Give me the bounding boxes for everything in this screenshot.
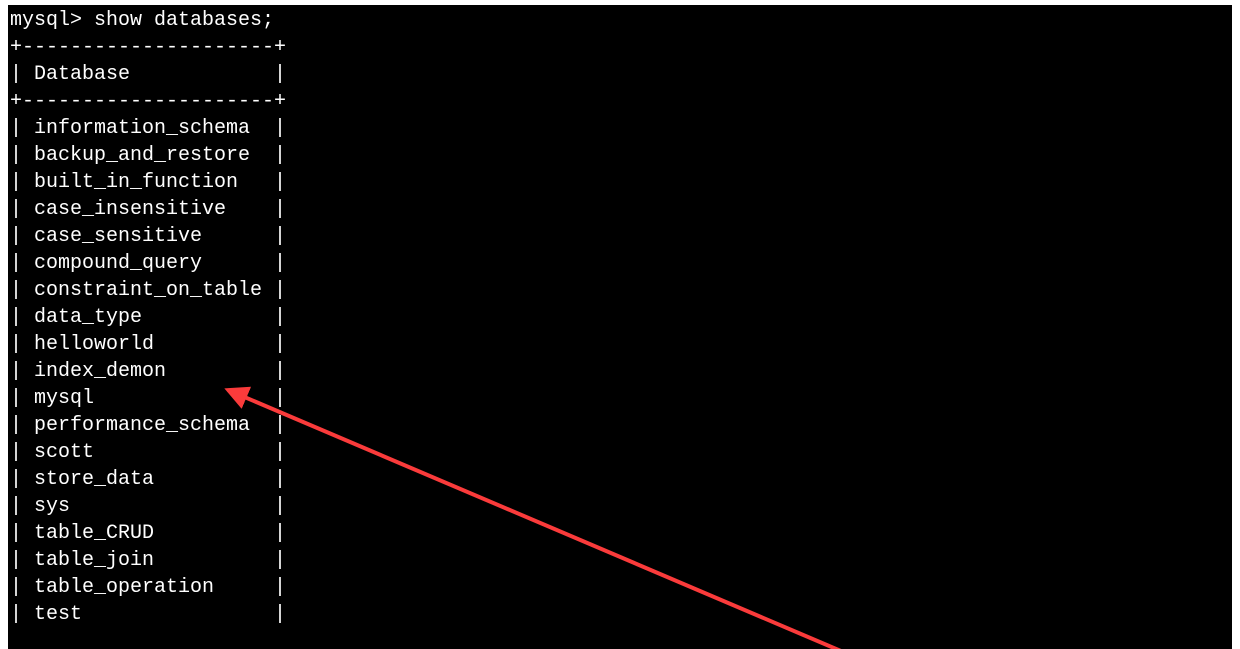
terminal-window: mysql> show databases; +----------------… — [8, 5, 1232, 649]
terminal-output: mysql> show databases; +----------------… — [8, 5, 1232, 628]
